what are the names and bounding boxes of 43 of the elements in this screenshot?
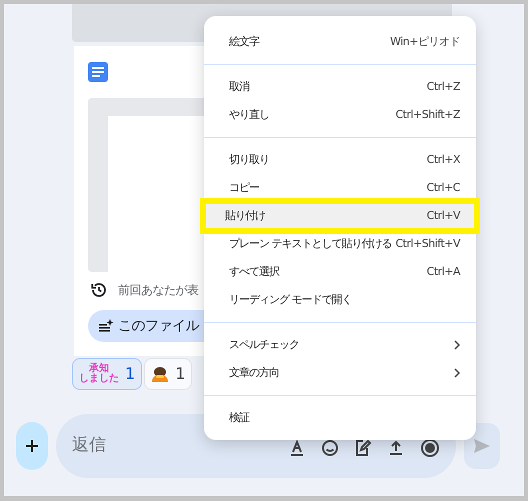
edit-document-icon[interactable] xyxy=(354,439,372,457)
shortcut-text: Ctrl+Shift+V xyxy=(396,236,460,252)
document-icon xyxy=(88,62,108,82)
emoji-icon[interactable] xyxy=(321,439,339,457)
sticker-label: 承知 しました xyxy=(79,364,119,384)
menu-item[interactable]: 貼り付け Ctrl+V xyxy=(200,198,480,234)
menu-item[interactable]: 取消 Ctrl+Z xyxy=(204,73,476,101)
reaction-chip[interactable]: 1 xyxy=(144,358,192,390)
shortcut-text: Ctrl+X xyxy=(426,152,460,168)
add-button[interactable] xyxy=(16,422,48,470)
menu-item-label: 絵文字 xyxy=(229,34,259,50)
menu-item[interactable]: やり直し Ctrl+Shift+Z xyxy=(204,101,476,129)
last-viewed-text: 前回あなたが表 xyxy=(118,282,198,299)
sparkle-list-icon xyxy=(98,318,114,334)
menu-item[interactable]: 絵文字 Win+ピリオド xyxy=(204,28,476,56)
upload-icon[interactable] xyxy=(387,439,405,457)
history-icon xyxy=(90,281,108,299)
menu-item-label: プレーン テキストとして貼り付ける xyxy=(229,236,392,252)
reaction-count: 1 xyxy=(125,363,136,385)
shortcut-text: Ctrl+V xyxy=(426,208,460,224)
menu-item-label: 文章の方向 xyxy=(229,364,279,381)
shortcut-text: Ctrl+A xyxy=(426,264,460,280)
menu-item[interactable]: すべて選択 Ctrl+A xyxy=(204,258,476,286)
plus-icon xyxy=(26,440,38,452)
menu-item-label: 取消 xyxy=(229,78,249,95)
shortcut-text: Win+ピリオド xyxy=(390,34,460,50)
record-icon[interactable] xyxy=(420,438,440,458)
bowing-person-icon xyxy=(151,365,170,383)
shortcut-text: Ctrl+Shift+Z xyxy=(395,106,460,123)
reaction-count: 1 xyxy=(175,363,186,385)
menu-item-label: 切り取り xyxy=(229,152,269,168)
reply-field[interactable]: 返信 xyxy=(72,433,288,459)
shortcut-text: Ctrl+C xyxy=(426,180,460,196)
shortcut-text: Ctrl+Z xyxy=(426,78,460,95)
menu-item[interactable]: 文章の方向 xyxy=(204,359,476,387)
menu-item[interactable]: 切り取り Ctrl+X xyxy=(204,146,476,174)
menu-item-label: コピー xyxy=(229,180,259,196)
menu-item-label: 貼り付け xyxy=(225,208,265,224)
send-icon xyxy=(474,439,490,453)
text-format-icon[interactable] xyxy=(288,439,306,457)
menu-item[interactable]: 検証 xyxy=(204,404,476,432)
menu-item-label: すべて選択 xyxy=(229,264,279,280)
menu-item-label: やり直し xyxy=(229,106,269,123)
